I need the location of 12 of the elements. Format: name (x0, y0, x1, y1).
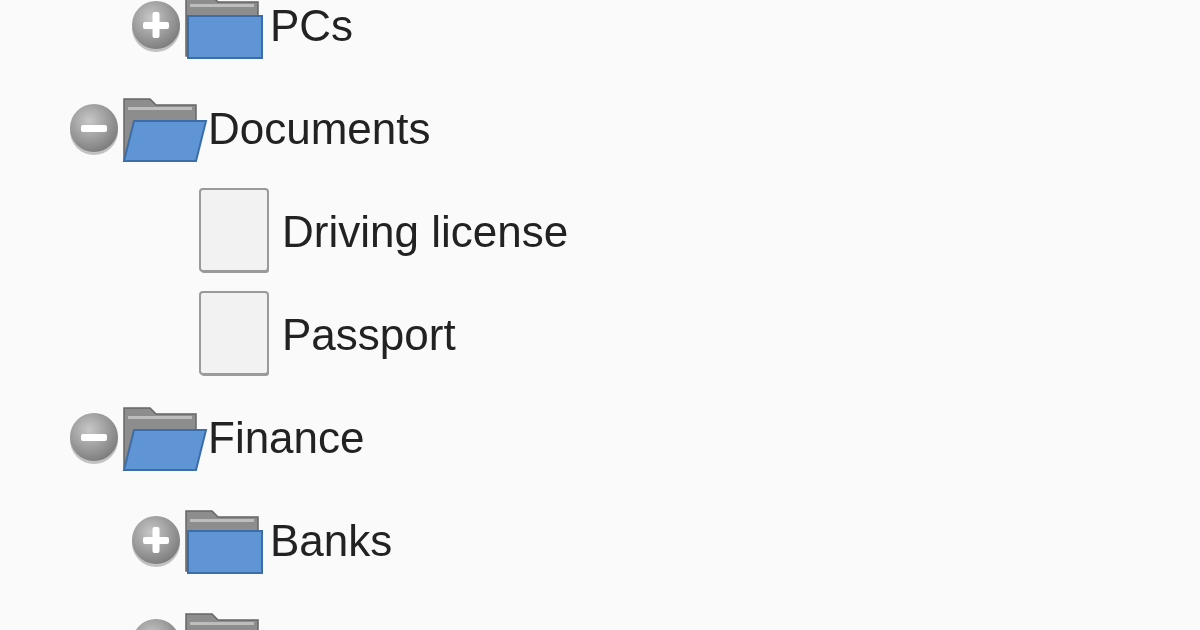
tree-item-label[interactable]: Driving license (282, 209, 569, 254)
collapse-icon[interactable] (68, 410, 120, 465)
tree-item-label[interactable]: Documents (208, 106, 431, 151)
tree-item-label[interactable]: Finance (208, 415, 365, 460)
tree-item-label[interactable]: Banks (270, 518, 393, 563)
document-icon (196, 187, 272, 276)
document-icon (196, 290, 272, 379)
tree-item-label[interactable]: PCs (270, 3, 354, 48)
tree-item-label[interactable]: Passport (282, 312, 456, 357)
expand-icon[interactable] (130, 0, 182, 53)
collapse-icon[interactable] (68, 101, 120, 156)
expand-icon[interactable] (130, 513, 182, 568)
